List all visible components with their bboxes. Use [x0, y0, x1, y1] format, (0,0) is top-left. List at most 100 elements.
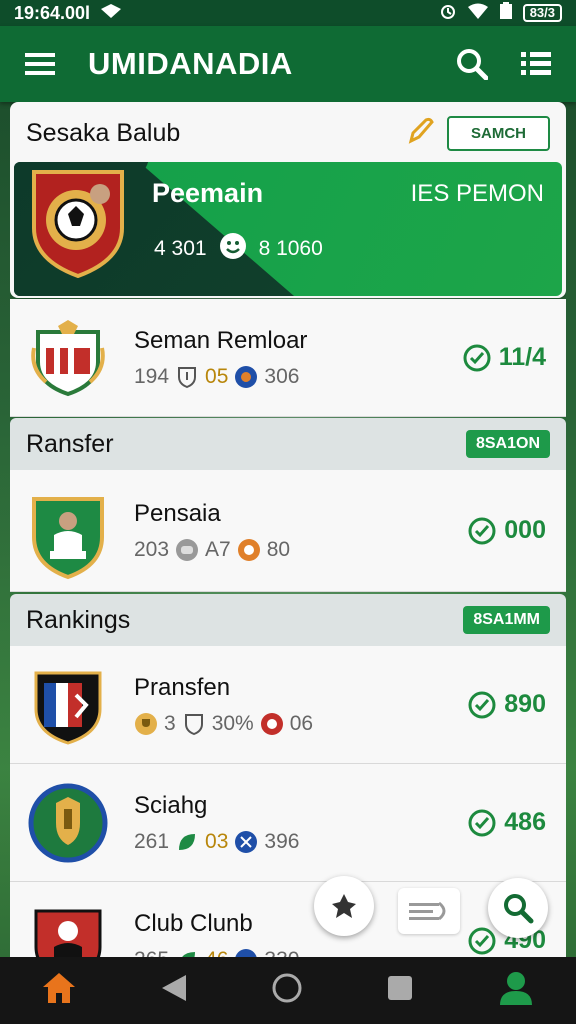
search-icon[interactable] — [454, 46, 490, 82]
featured-stat-a: 4 301 — [154, 237, 207, 260]
pin-icon — [332, 894, 356, 918]
check-circle-icon — [468, 809, 496, 836]
club-crest-icon — [28, 491, 108, 579]
back-icon[interactable] — [160, 973, 188, 1008]
club-stats: 265 46 330 — [134, 948, 299, 958]
stat-value: A7 — [205, 537, 231, 561]
status-time: 19:64.00l — [14, 2, 91, 23]
profile-icon[interactable] — [497, 969, 535, 1012]
leaf-icon — [181, 951, 196, 957]
home-circle-icon[interactable] — [271, 972, 303, 1009]
section-header-transfer: Ransfer 8SA1ON — [10, 418, 566, 470]
search-icon — [504, 894, 534, 924]
battery-indicator: 83/3 — [522, 4, 562, 22]
stat-value: 05 — [205, 364, 229, 388]
wifi-icon — [467, 3, 489, 24]
score-value: 890 — [504, 690, 546, 718]
leaf-icon — [179, 833, 196, 850]
stat-value: 03 — [205, 829, 229, 853]
pin-fab-button[interactable] — [314, 876, 374, 936]
stat-value: 330 — [264, 948, 299, 958]
main-content: Sesaka Balub SAMCH Peemain IES PEMON 4 3 — [10, 102, 566, 957]
sim-icon — [499, 1, 513, 25]
club-score: 000 — [468, 516, 546, 545]
club-score: 486 — [468, 808, 546, 837]
section-title: Ransfer — [26, 429, 114, 458]
app-title: UMIDANADIA — [88, 46, 293, 81]
toggle-button[interactable] — [398, 888, 460, 934]
list-item[interactable]: Pransfen 3 30% 06 890 — [10, 646, 566, 764]
list-menu-icon[interactable] — [518, 46, 554, 82]
club-stats: 194 05 306 — [134, 365, 307, 389]
alarm-icon — [439, 2, 457, 25]
club-name: Sciahg — [134, 791, 208, 819]
club-title: Sesaka Balub — [26, 119, 181, 147]
toggle-icon — [409, 901, 446, 921]
badge-icon — [235, 948, 258, 957]
stat-value: 3 — [164, 711, 176, 735]
search-button[interactable]: SAMCH — [447, 116, 550, 151]
featured-stat-b: 8 1060 — [258, 237, 323, 260]
badge-icon — [235, 830, 258, 853]
stat-value: 46 — [205, 948, 228, 958]
trophy-icon — [135, 712, 157, 735]
score-value: 486 — [504, 808, 546, 836]
badge-icon — [260, 712, 283, 735]
stat-value: 261 — [134, 829, 170, 853]
club-crest-icon — [28, 901, 108, 957]
club-header-card: Sesaka Balub SAMCH Peemain IES PEMON 4 3 — [10, 102, 566, 298]
club-name: Seman Remloar — [134, 326, 308, 354]
check-circle-icon — [463, 344, 491, 371]
badge-icon — [237, 538, 260, 561]
club-crest-icon — [28, 783, 108, 863]
section-title: Rankings — [26, 605, 131, 634]
cast-icon — [100, 3, 122, 24]
section-header-rankings: Rankings 8SA1MM — [10, 594, 566, 646]
club-name: Pransfen — [134, 673, 231, 701]
smile-icon — [219, 232, 247, 266]
featured-title: Peemain — [152, 178, 264, 208]
check-circle-icon — [468, 927, 496, 954]
club-stats: 203 A7 80 — [134, 538, 290, 562]
shield-icon — [178, 366, 197, 388]
stat-value: 194 — [134, 364, 170, 388]
score-value: 11/4 — [498, 343, 546, 371]
club-stats: 261 03 396 — [134, 830, 299, 854]
badge-icon — [235, 365, 258, 388]
club-name: Club Clunb — [134, 909, 253, 937]
list-item[interactable]: Seman Remloar 194 05 306 11/4 — [10, 299, 566, 417]
system-nav-bar — [0, 957, 576, 1024]
search-fab-button[interactable] — [488, 878, 548, 938]
featured-label: IES PEMON — [410, 180, 544, 207]
list-item[interactable]: Club Clunb 265 46 330 490 — [10, 882, 566, 957]
shield-icon — [184, 713, 203, 735]
club-stats: 3 30% 06 — [134, 712, 313, 736]
club-crest-icon — [28, 318, 108, 398]
stat-value: 306 — [264, 364, 300, 388]
check-circle-icon — [468, 517, 496, 544]
section-badge[interactable]: 8SA1ON — [465, 430, 550, 458]
stat-value: 265 — [134, 948, 169, 958]
stat-value: 30% — [211, 711, 254, 735]
menu-icon[interactable] — [22, 46, 58, 82]
stat-value: 80 — [266, 537, 291, 561]
list-item[interactable]: Sciahg 261 03 396 486 — [10, 764, 566, 882]
featured-banner[interactable]: Peemain IES PEMON 4 301 8 1060 — [14, 162, 562, 296]
check-circle-icon — [468, 691, 496, 718]
stat-value: 06 — [289, 711, 314, 735]
section-badge[interactable]: 8SA1MM — [463, 606, 550, 634]
club-name: Pensaia — [134, 499, 221, 527]
recents-icon[interactable] — [386, 974, 414, 1007]
stat-value: 203 — [134, 537, 170, 561]
home-icon[interactable] — [41, 971, 77, 1010]
club-score: 890 — [468, 690, 546, 719]
app-bar: UMIDANADIA — [0, 26, 576, 102]
status-bar: 19:64.00l 83/3 — [0, 0, 576, 26]
featured-stats: 4 301 8 1060 — [154, 232, 323, 266]
featured-crest — [28, 168, 128, 283]
list-item[interactable]: Pensaia 203 A7 80 000 — [10, 470, 566, 592]
club-score: 11/4 — [463, 343, 546, 372]
helmet-icon — [176, 538, 199, 561]
stat-value: 396 — [264, 829, 300, 853]
edit-icon[interactable] — [407, 117, 435, 150]
